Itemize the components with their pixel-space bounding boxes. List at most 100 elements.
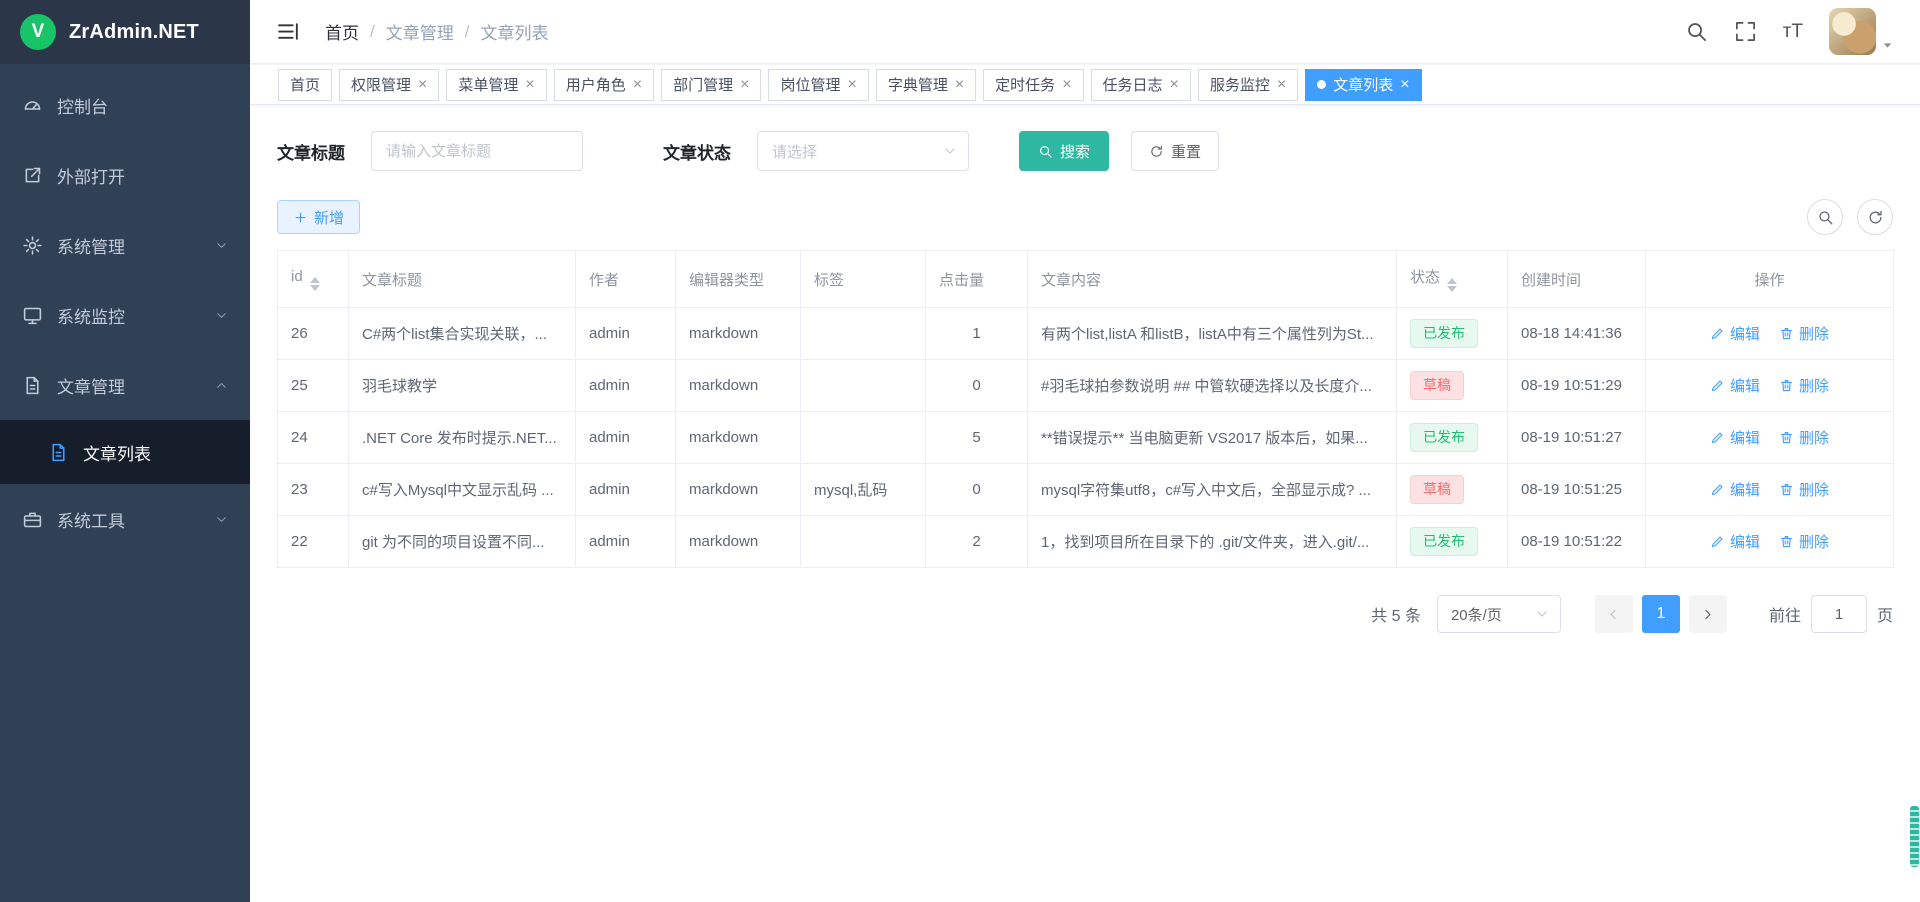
tab-post-management[interactable]: 岗位管理 × [768, 69, 868, 101]
cell-tags [801, 412, 926, 464]
sidebar-item-system-management[interactable]: 系统管理 [0, 210, 250, 280]
article-status-select[interactable]: 请选择 [757, 131, 969, 171]
column-header-id[interactable]: id [278, 251, 349, 308]
header-search-icon[interactable] [1685, 20, 1708, 43]
column-header-label: 标签 [814, 272, 844, 289]
edit-link[interactable]: 编辑 [1710, 531, 1760, 552]
next-page-button[interactable] [1689, 595, 1727, 633]
status-badge: 已发布 [1410, 319, 1478, 348]
sidebar-item-system-tools[interactable]: 系统工具 [0, 484, 250, 554]
page-size-select[interactable]: 20条/页 [1437, 595, 1561, 633]
cell-editor: markdown [676, 308, 801, 360]
close-icon[interactable]: × [633, 77, 642, 93]
arrow-right-icon [1700, 607, 1715, 622]
tab-scheduled-tasks[interactable]: 定时任务× [983, 69, 1083, 101]
sort-carets-icon[interactable] [1447, 278, 1457, 292]
cell-created: 08-19 10:51:22 [1508, 516, 1646, 568]
tab-user-roles[interactable]: 用户角色× [554, 69, 654, 101]
delete-link[interactable]: 删除 [1779, 375, 1829, 396]
search-button-label: 搜索 [1060, 141, 1090, 162]
app-logo[interactable]: V ZrAdmin.NET [0, 0, 250, 64]
cell-tags [801, 516, 926, 568]
tab-label: 岗位管理 [780, 74, 840, 95]
tab-task-logs[interactable]: 任务日志× [1091, 69, 1191, 101]
font-size-icon[interactable]: тT [1783, 21, 1803, 43]
cell-status: 已发布 [1397, 308, 1508, 360]
tab-menu-management[interactable]: 菜单管理× [446, 69, 546, 101]
sidebar-item-console[interactable]: 控制台 [0, 70, 250, 140]
cell-actions: 编辑删除 [1646, 308, 1894, 360]
sidebar-menu: 控制台外部打开系统管理系统监控文章管理文章列表系统工具 [0, 64, 250, 902]
monitor-icon [22, 305, 43, 326]
edit-link[interactable]: 编辑 [1710, 375, 1760, 396]
close-icon[interactable]: × [955, 77, 964, 93]
refresh-table-button[interactable] [1857, 199, 1893, 235]
tab-dept-management[interactable]: 部门管理× [661, 69, 761, 101]
cell-editor: markdown [676, 360, 801, 412]
tab-service-monitor[interactable]: 服务监控× [1198, 69, 1298, 101]
tab-home[interactable]: 首页 [278, 69, 332, 101]
breadcrumb-item[interactable]: 首页 [325, 19, 359, 44]
close-icon[interactable]: × [1400, 77, 1409, 93]
cell-id: 24 [278, 412, 349, 464]
delete-link[interactable]: 删除 [1779, 479, 1829, 500]
delete-link[interactable]: 删除 [1779, 323, 1829, 344]
goto-page-input[interactable] [1811, 595, 1867, 633]
user-avatar[interactable] [1829, 8, 1876, 55]
scrollbar-thumb[interactable] [1910, 806, 1919, 867]
column-header-label: 点击量 [939, 272, 984, 289]
user-menu-caret-icon[interactable] [1881, 39, 1894, 52]
chevron-up-icon [215, 379, 228, 392]
app-title: ZrAdmin.NET [69, 21, 199, 44]
column-header-label: 文章内容 [1041, 272, 1101, 289]
column-header-created: 创建时间 [1508, 251, 1646, 308]
edit-link[interactable]: 编辑 [1710, 427, 1760, 448]
tab-label: 权限管理 [351, 74, 411, 95]
article-title-input[interactable] [371, 131, 583, 171]
table-tools [1807, 199, 1893, 235]
toggle-search-button[interactable] [1807, 199, 1843, 235]
page-number-button[interactable]: 1 [1642, 595, 1680, 633]
close-icon[interactable]: × [847, 77, 856, 93]
column-header-status[interactable]: 状态 [1397, 251, 1508, 308]
sidebar-item-system-monitor[interactable]: 系统监控 [0, 280, 250, 350]
sidebar-item-article-list[interactable]: 文章列表 [0, 420, 250, 484]
close-icon[interactable]: × [525, 77, 534, 93]
add-button-label: 新增 [314, 207, 344, 228]
sidebar-toggle-icon[interactable] [276, 19, 301, 44]
edit-link-label: 编辑 [1730, 323, 1760, 344]
prev-page-button[interactable] [1595, 595, 1633, 633]
reset-button[interactable]: 重置 [1131, 131, 1219, 171]
articles-table: id文章标题作者编辑器类型标签点击量文章内容状态创建时间操作 26C#两个lis… [277, 250, 1894, 568]
close-icon[interactable]: × [1062, 77, 1071, 93]
fullscreen-icon[interactable] [1734, 20, 1757, 43]
breadcrumb-item[interactable]: 文章列表 [480, 19, 548, 44]
edit-icon [1710, 482, 1725, 497]
column-header-label: 创建时间 [1521, 272, 1581, 289]
close-icon[interactable]: × [740, 77, 749, 93]
add-button[interactable]: 新增 [277, 200, 360, 234]
cell-id: 23 [278, 464, 349, 516]
cell-content: **错误提示** 当电脑更新 VS2017 版本后，如果... [1028, 412, 1397, 464]
tab-dict-management[interactable]: 字典管理× [876, 69, 976, 101]
cell-status: 草稿 [1397, 464, 1508, 516]
edit-link[interactable]: 编辑 [1710, 479, 1760, 500]
search-button[interactable]: 搜索 [1019, 131, 1109, 171]
document-icon [48, 442, 69, 463]
chevron-down-icon [215, 239, 228, 252]
breadcrumb-item[interactable]: 文章管理 [386, 19, 454, 44]
sort-carets-icon[interactable] [310, 277, 320, 291]
close-icon[interactable]: × [1170, 77, 1179, 93]
tab-permission-management[interactable]: 权限管理 × [339, 69, 439, 101]
delete-link[interactable]: 删除 [1779, 427, 1829, 448]
search-icon [1817, 209, 1834, 226]
edit-link[interactable]: 编辑 [1710, 323, 1760, 344]
sidebar-item-article-management[interactable]: 文章管理 [0, 350, 250, 420]
cell-created: 08-19 10:51:27 [1508, 412, 1646, 464]
external-link-icon [22, 165, 43, 186]
sidebar-item-external-open[interactable]: 外部打开 [0, 140, 250, 210]
tab-article-list[interactable]: 文章列表× [1305, 69, 1421, 101]
close-icon[interactable]: × [1277, 77, 1286, 93]
delete-link[interactable]: 删除 [1779, 531, 1829, 552]
close-icon[interactable]: × [418, 77, 427, 93]
